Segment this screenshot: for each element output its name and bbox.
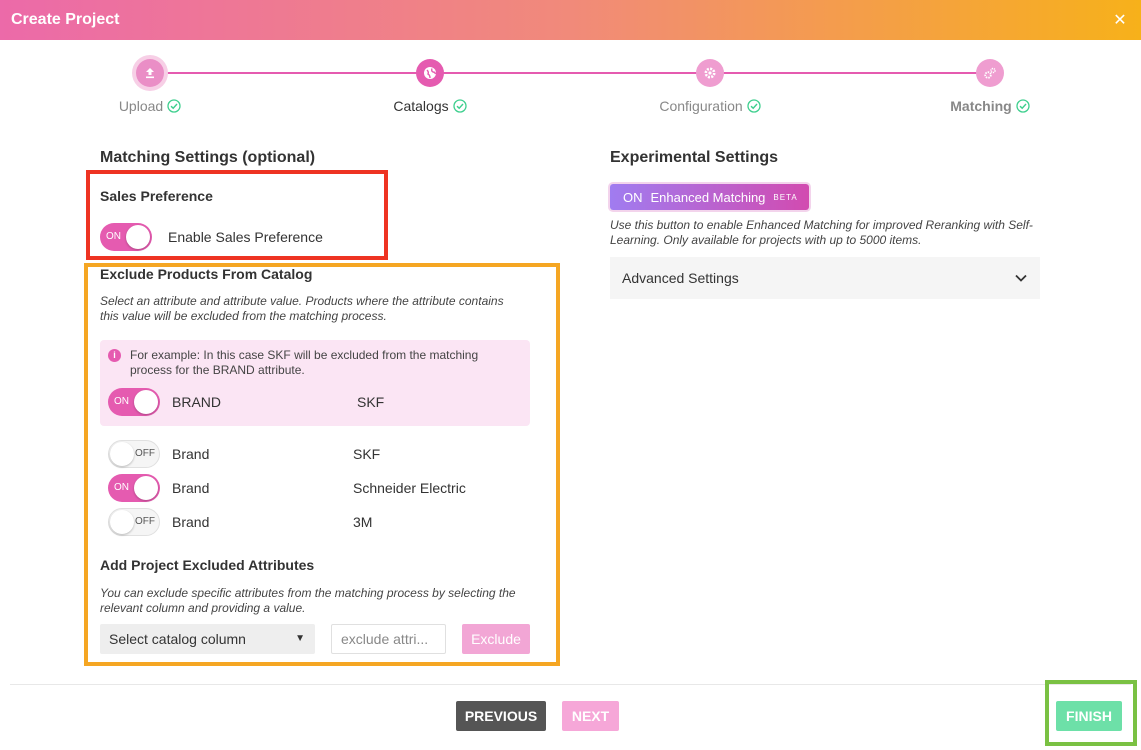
catalog-column-select-value: Select catalog column [109,631,246,647]
step-label-upload: Upload [118,98,164,114]
exclusion-value: 3M [353,514,373,530]
gears-icon [976,59,1004,87]
step-label-matching: Matching [950,98,1012,114]
check-circle-icon [167,99,181,113]
toggle-knob [134,390,158,414]
check-circle-icon [452,99,467,113]
enhanced-matching-toggle[interactable]: ON Enhanced Matching BETA [610,184,809,210]
toggle-knob [110,442,134,466]
close-icon[interactable]: ✕ [1110,10,1130,30]
step-catalogs[interactable]: Catalogs [350,52,510,116]
add-excluded-attributes-title: Add Project Excluded Attributes [100,557,315,573]
exclude-attribute-input[interactable] [331,624,446,654]
stepper: Upload Catalogs Configuration Matching [0,52,1141,122]
step-matching[interactable]: Matching [910,52,1070,116]
toggle-state-label: OFF [135,448,155,459]
exclusion-toggle[interactable]: OFF [108,508,160,536]
example-value: SKF [357,394,385,410]
enhanced-matching-label: Enhanced Matching [650,189,766,205]
exclusion-attribute: Brand [172,514,210,530]
previous-button[interactable]: PREVIOUS [456,701,546,731]
exclusion-toggle[interactable]: ON [108,474,160,502]
catalog-column-select[interactable]: Select catalog column ▼ [100,624,315,654]
sales-preference-title: Sales Preference [100,188,213,204]
advanced-settings-label: Advanced Settings [622,270,739,286]
step-label-configuration: Configuration [659,98,743,114]
example-attribute: BRAND [172,394,222,410]
finish-button[interactable]: FINISH [1056,701,1122,731]
toggle-state-label: ON [106,231,121,242]
exclude-products-title: Exclude Products From Catalog [100,266,313,282]
check-circle-icon [746,99,761,113]
sales-preference-toggle[interactable]: ON [100,223,152,251]
beta-badge: BETA [773,192,798,202]
upload-icon [136,59,164,87]
advanced-settings-accordion[interactable]: Advanced Settings [610,257,1040,299]
toggle-knob [126,225,150,249]
dialog-header: Create Project ✕ [0,0,1141,40]
sales-preference-label: Enable Sales Preference [168,229,323,245]
exclusion-attribute: Brand [172,446,210,462]
add-excluded-attributes-description: You can exclude specific attributes from… [100,586,516,615]
exclusion-toggle[interactable]: OFF [108,440,160,468]
toggle-state-label: OFF [135,516,155,527]
footer-divider [10,684,1131,685]
dialog-title: Create Project [11,11,120,28]
example-text: For example: In this case SKF will be ex… [130,348,479,377]
exclusion-value: Schneider Electric [353,480,466,496]
enhanced-matching-description: Use this button to enable Enhanced Match… [610,218,1033,247]
matching-settings-title: Matching Settings (optional) [100,149,316,166]
toggle-knob [110,510,134,534]
example-toggle: ON [108,388,160,416]
dropdown-arrow-icon: ▼ [295,633,305,644]
enhanced-matching-state: ON [623,189,643,205]
experimental-settings-title: Experimental Settings [610,149,779,166]
exclude-button[interactable]: Exclude [462,624,530,654]
toggle-knob [134,476,158,500]
chevron-down-icon [1015,274,1027,282]
exclude-products-description: Select an attribute and attribute value.… [100,294,504,323]
info-icon: i [108,349,121,362]
toggle-state-label: ON [114,482,129,493]
next-button[interactable]: NEXT [562,701,619,731]
toggle-state-label: ON [114,396,129,407]
globe-icon [416,59,444,87]
step-label-catalogs: Catalogs [393,98,449,114]
exclusion-value: SKF [353,446,381,462]
exclusion-attribute: Brand [172,480,210,496]
step-upload[interactable]: Upload [70,52,230,116]
check-circle-icon [1016,99,1030,113]
step-configuration[interactable]: Configuration [630,52,790,116]
gear-icon [696,59,724,87]
